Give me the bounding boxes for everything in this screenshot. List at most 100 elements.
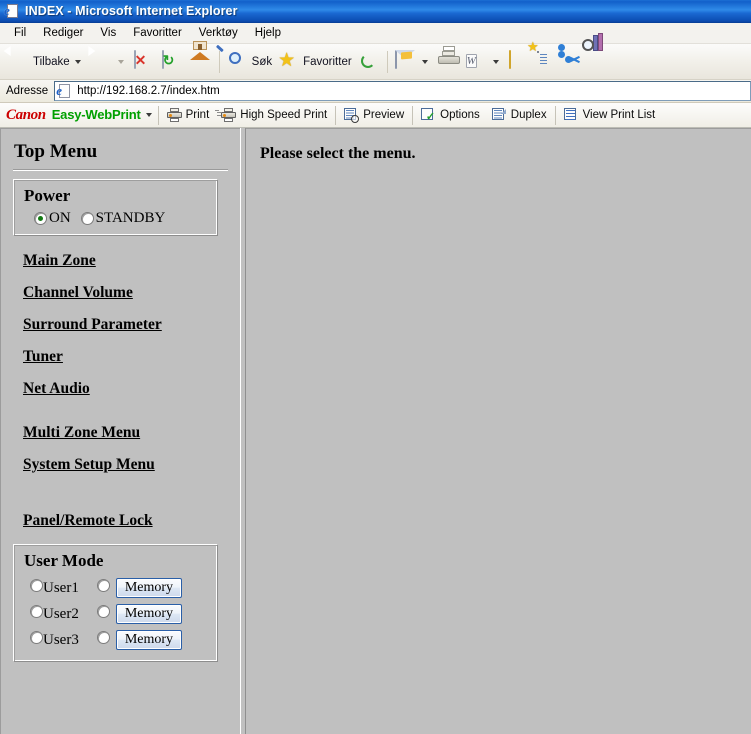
table-row: User3 Memory — [30, 627, 182, 653]
msn-favorites-button[interactable]: ★ — [534, 47, 562, 77]
home-button[interactable] — [187, 47, 215, 77]
link-multi-zone-menu[interactable]: Multi Zone Menu — [23, 424, 140, 442]
forward-dropdown-icon[interactable] — [118, 60, 124, 64]
power-radio-row: ON STANDBY — [34, 210, 209, 227]
table-row: User1 Memory — [30, 575, 182, 601]
menu-item-file[interactable]: Fil — [6, 25, 35, 41]
user1-memory-radio-cell — [97, 575, 110, 601]
power-on-radio[interactable] — [34, 212, 47, 225]
canon-preview-button[interactable]: Preview — [338, 104, 410, 126]
search-button[interactable]: Søk — [224, 47, 275, 77]
user3-memory-button[interactable]: Memory — [116, 630, 182, 650]
table-row: User2 Memory — [30, 601, 182, 627]
canonbar-separator-3 — [412, 106, 413, 125]
search-icon — [227, 51, 249, 73]
menu-bar: Fil Rediger Vis Favoritter Verktøy Hjelp — [0, 23, 751, 44]
menu-item-tools[interactable]: Verktøy — [191, 25, 247, 41]
link-channel-volume[interactable]: Channel Volume — [23, 284, 133, 302]
power-on-label: ON — [49, 210, 71, 227]
menu-item-edit[interactable]: Rediger — [35, 25, 92, 41]
canon-options-button[interactable]: ✓ Options — [415, 104, 486, 126]
address-label: Adresse — [6, 85, 48, 97]
content-frame: Please select the menu. — [246, 128, 751, 734]
research-icon — [593, 51, 615, 73]
canon-view-print-list-button[interactable]: View Print List — [558, 104, 662, 126]
options-icon: ✓ — [421, 108, 436, 123]
power-box: Power ON STANDBY — [13, 179, 218, 236]
history-icon — [358, 51, 380, 73]
user1-memory-radio[interactable] — [97, 579, 110, 592]
canon-logo: Canon — [6, 107, 46, 123]
user1-radio-cell — [30, 575, 43, 601]
page-icon: e — [57, 83, 73, 99]
preview-icon — [344, 108, 359, 123]
easy-webprint-logo: Easy-WebPrint — [52, 107, 141, 123]
user-mode-box: User Mode User1 Memory User2 Memory — [13, 544, 218, 662]
menu-item-help[interactable]: Hjelp — [247, 25, 290, 41]
canon-preview-label: Preview — [363, 109, 404, 121]
mail-dropdown-icon[interactable] — [422, 60, 428, 64]
menu-item-view[interactable]: Vis — [92, 25, 125, 41]
link-surround-parameter[interactable]: Surround Parameter — [23, 316, 162, 334]
edit-button[interactable]: W — [463, 47, 506, 77]
user3-memory-radio[interactable] — [97, 631, 110, 644]
link-panel-remote-lock[interactable]: Panel/Remote Lock — [23, 512, 153, 530]
user3-memory-radio-cell — [97, 627, 110, 653]
page-frameset: Top Menu Power ON STANDBY Main Zone Chan… — [0, 128, 751, 734]
link-net-audio[interactable]: Net Audio — [23, 380, 90, 398]
mail-icon — [395, 51, 417, 73]
title-bar: e INDEX - Microsoft Internet Explorer — [0, 0, 751, 23]
research-button[interactable] — [590, 47, 618, 77]
address-input[interactable]: e http://192.168.2.7/index.htm — [54, 81, 751, 101]
forward-arrow-icon — [91, 51, 113, 73]
canon-view-print-list-label: View Print List — [583, 109, 656, 121]
printer-icon — [438, 51, 460, 73]
power-standby-radio[interactable] — [81, 212, 94, 225]
page-title: Top Menu — [14, 141, 240, 163]
left-menu-frame: Top Menu Power ON STANDBY Main Zone Chan… — [0, 128, 240, 734]
stop-button[interactable]: ✕ — [131, 47, 159, 77]
canonbar-separator-4 — [555, 106, 556, 125]
back-button[interactable]: Tilbake — [5, 47, 88, 77]
user2-memory-radio[interactable] — [97, 605, 110, 618]
back-arrow-icon — [8, 51, 30, 73]
canon-high-speed-print-button[interactable]: High Speed Print — [215, 104, 333, 126]
canon-duplex-button[interactable]: Duplex — [486, 104, 553, 126]
edit-dropdown-icon[interactable] — [493, 60, 499, 64]
history-button[interactable] — [355, 47, 383, 77]
high-speed-print-icon — [221, 108, 236, 122]
easy-webprint-dropdown-icon[interactable] — [146, 113, 152, 117]
star-icon: ★ — [278, 51, 300, 73]
user3-label: User3 — [43, 627, 97, 653]
canon-print-button[interactable]: Print — [161, 104, 216, 126]
menu-item-favorites[interactable]: Favoritter — [125, 25, 191, 41]
print-button[interactable] — [435, 47, 463, 77]
user2-memory-button[interactable]: Memory — [116, 604, 182, 624]
link-main-zone[interactable]: Main Zone — [23, 252, 96, 270]
note-icon — [509, 51, 531, 73]
power-legend: Power — [24, 186, 209, 206]
user1-radio[interactable] — [30, 579, 43, 592]
user3-radio[interactable] — [30, 631, 43, 644]
back-dropdown-icon[interactable] — [75, 60, 81, 64]
canonbar-separator — [158, 106, 159, 125]
link-system-setup-menu[interactable]: System Setup Menu — [23, 456, 155, 474]
favorites-button-label: Favoritter — [303, 56, 352, 68]
canon-print-label: Print — [186, 109, 210, 121]
user1-memory-button[interactable]: Memory — [116, 578, 182, 598]
refresh-button[interactable]: ↻ — [159, 47, 187, 77]
link-tuner[interactable]: Tuner — [23, 348, 63, 366]
msn-favorites-icon: ★ — [537, 51, 559, 73]
search-button-label: Søk — [252, 56, 272, 68]
page-icon: e — [5, 3, 21, 19]
content-message: Please select the menu. — [260, 145, 751, 163]
messenger-button[interactable] — [562, 47, 590, 77]
mail-button[interactable] — [392, 47, 435, 77]
forward-button[interactable] — [88, 47, 131, 77]
canon-duplex-label: Duplex — [511, 109, 547, 121]
duplex-icon — [492, 108, 507, 123]
favorites-button[interactable]: ★ Favoritter — [275, 47, 355, 77]
user2-label: User2 — [43, 601, 97, 627]
user2-radio[interactable] — [30, 605, 43, 618]
user2-memory-radio-cell — [97, 601, 110, 627]
